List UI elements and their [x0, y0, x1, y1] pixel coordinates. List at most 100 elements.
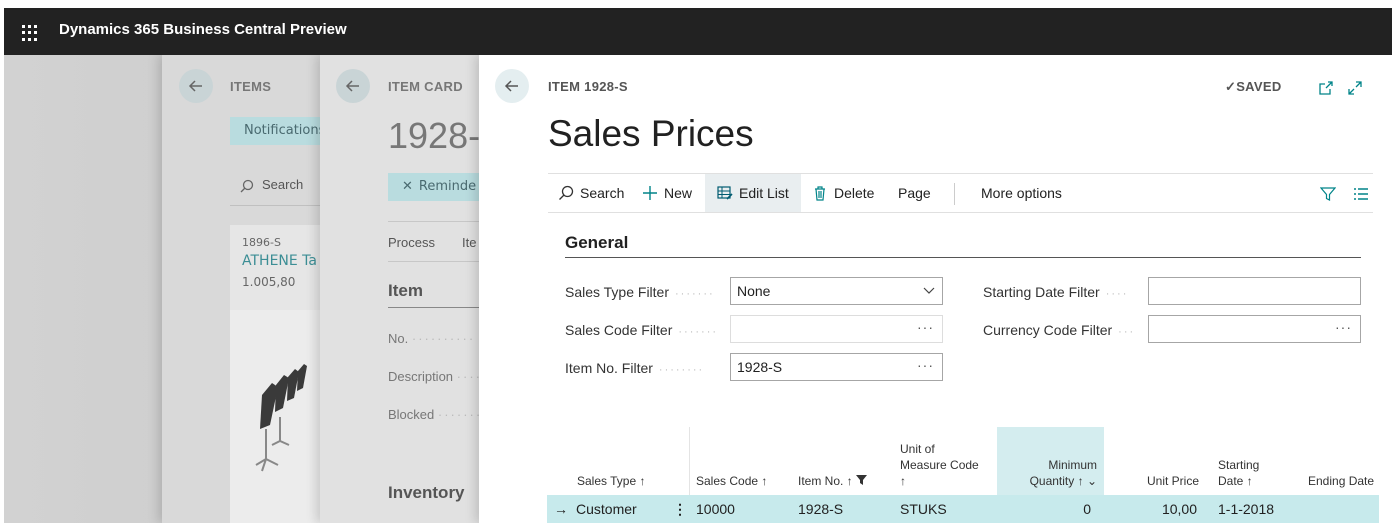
field-label: Blocked ·········· — [388, 407, 483, 422]
breadcrumb: ITEM CARD — [388, 79, 463, 94]
plus-icon — [643, 186, 657, 200]
starting-date-filter-label: Starting Date Filter ···· — [983, 284, 1129, 300]
sales-code-filter-input[interactable]: ··· — [730, 315, 943, 343]
divider — [388, 307, 483, 308]
table-row[interactable]: → Customer ⋮ 10000 1928-S STUKS 0 10,00 … — [547, 495, 1379, 523]
search-button[interactable]: Search — [262, 177, 303, 192]
trash-icon — [815, 186, 825, 201]
section-heading[interactable]: Item — [388, 281, 423, 301]
page-menu-button[interactable]: Page — [898, 174, 931, 212]
currency-code-filter-input[interactable]: ··· — [1148, 315, 1361, 343]
field-label: No. ·········· — [388, 331, 476, 346]
filter-applied-icon — [856, 475, 868, 485]
cell-item-no[interactable]: 1928-S — [798, 495, 843, 523]
back-button[interactable] — [179, 69, 213, 103]
item-tile-name[interactable]: ATHENE Ta — [242, 253, 317, 269]
chevron-down-icon[interactable]: ⌄ — [1087, 474, 1097, 488]
more-options-button[interactable]: More options — [981, 174, 1062, 212]
open-new-window-icon[interactable] — [1318, 80, 1334, 96]
column-header-unit-price[interactable]: Unit Price — [1107, 427, 1199, 495]
column-header-label: Date ↑ — [1218, 474, 1253, 488]
notifications-button[interactable]: Notifications — [230, 117, 330, 145]
sales-code-filter-label-text: Sales Code Filter — [565, 322, 673, 338]
page-title: 1928- — [388, 115, 481, 156]
back-button[interactable] — [495, 69, 529, 103]
column-header-ending-date[interactable]: Ending Date — [1308, 427, 1379, 495]
close-icon: ✕ — [402, 179, 413, 194]
section-heading[interactable]: Inventory — [388, 483, 465, 503]
column-header-minimum-quantity[interactable]: Minimum Quantity ↑ ⌄ — [997, 427, 1097, 495]
page-stack: ITEMS Notifications Search 1896-S ATHENE… — [4, 55, 1392, 523]
search-icon — [240, 179, 254, 193]
chairs-image — [255, 364, 307, 472]
column-header-label: Unit Price — [1146, 474, 1199, 488]
column-header-label: Unit of — [900, 442, 935, 456]
item-tile-price: 1.005,80 — [242, 275, 296, 289]
lookup-icon[interactable]: ··· — [1335, 319, 1352, 335]
column-header-label: Item No. ↑ — [798, 473, 894, 489]
column-header-item-no[interactable]: Item No. ↑ — [798, 427, 894, 495]
divider — [388, 221, 483, 222]
currency-code-filter-label-text: Currency Code Filter — [983, 322, 1113, 338]
tab-item[interactable]: Ite — [462, 235, 476, 250]
sales-type-filter-value: None — [737, 283, 771, 299]
edit-list-icon — [717, 186, 733, 200]
lookup-icon[interactable]: ··· — [917, 357, 934, 373]
lookup-icon[interactable]: ··· — [917, 319, 934, 335]
column-header-label: Minimum — [1048, 458, 1097, 472]
arrow-left-icon — [504, 80, 518, 92]
field-label-text: Description — [388, 369, 454, 384]
sales-type-filter-label-text: Sales Type Filter — [565, 284, 670, 300]
back-button[interactable] — [336, 69, 370, 103]
item-no-filter-input[interactable]: 1928-S ··· — [730, 353, 943, 381]
new-button[interactable]: New — [642, 174, 692, 212]
sales-code-filter-label: Sales Code Filter ······· — [565, 322, 719, 338]
starting-date-filter-label-text: Starting Date Filter — [983, 284, 1100, 300]
divider — [230, 205, 330, 206]
edit-list-button[interactable]: Edit List — [705, 174, 801, 212]
app-header: Dynamics 365 Business Central Preview — [4, 8, 1392, 55]
delete-button-label: Delete — [834, 185, 875, 201]
expand-icon[interactable] — [1347, 80, 1363, 96]
cell-sales-code[interactable]: 10000 — [696, 495, 735, 523]
sales-type-filter-select[interactable]: None — [730, 277, 943, 305]
arrow-left-icon — [345, 80, 359, 92]
top-bar: Dynamics 365 Business Central Preview — [0, 0, 1400, 62]
reminders-label: Reminde — [418, 179, 477, 194]
search-button[interactable]: Search — [558, 174, 624, 212]
item-no-filter-value: 1928-S — [737, 359, 783, 375]
cell-uom[interactable]: STUKS — [900, 495, 947, 523]
cell-sales-type[interactable]: Customer — [576, 495, 637, 523]
column-header-label: Measure Code — [900, 458, 979, 472]
list-view-icon[interactable] — [1353, 186, 1369, 202]
currency-code-filter-label: Currency Code Filter ··· — [983, 322, 1136, 338]
sales-type-filter-label: Sales Type Filter ······· — [565, 284, 715, 300]
saved-status: ✓SAVED — [1225, 79, 1282, 95]
column-header-starting-date[interactable]: Starting Date ↑ — [1218, 427, 1298, 495]
column-header-label: Starting — [1218, 458, 1260, 472]
field-label-text: Blocked — [388, 407, 435, 422]
column-header-sales-type[interactable]: Sales Type ↑ — [577, 427, 677, 495]
tab-process[interactable]: Process — [388, 235, 435, 250]
starting-date-filter-input[interactable] — [1148, 277, 1361, 305]
search-icon — [559, 185, 574, 200]
cell-unit-price[interactable]: 10,00 — [1107, 495, 1197, 523]
page-title: Sales Prices — [548, 113, 754, 154]
column-header-sales-code[interactable]: Sales Code ↑ — [696, 427, 791, 495]
cell-starting-date[interactable]: 1-1-2018 — [1218, 495, 1274, 523]
edit-list-button-label: Edit List — [739, 185, 789, 201]
row-actions-icon[interactable]: ⋮ — [673, 495, 687, 523]
app-launcher-icon[interactable] — [22, 25, 38, 41]
search-button-label: Search — [580, 185, 625, 201]
chevron-down-icon — [923, 287, 935, 294]
column-header-label-text: Quantity ↑ — [1029, 474, 1084, 488]
cell-minimum-quantity[interactable]: 0 — [997, 495, 1091, 523]
divider — [388, 261, 483, 262]
filter-icon[interactable] — [1320, 186, 1336, 202]
section-heading-general[interactable]: General — [565, 233, 628, 253]
app-title: Dynamics 365 Business Central Preview — [59, 21, 347, 38]
column-header-uom[interactable]: Unit of Measure Code ↑ — [900, 427, 995, 495]
reminders-button[interactable]: ✕ Reminde — [388, 173, 488, 201]
sales-prices-panel: ITEM 1928-S ✓SAVED Sales Prices Search N… — [479, 55, 1392, 523]
delete-button[interactable]: Delete — [812, 174, 874, 212]
